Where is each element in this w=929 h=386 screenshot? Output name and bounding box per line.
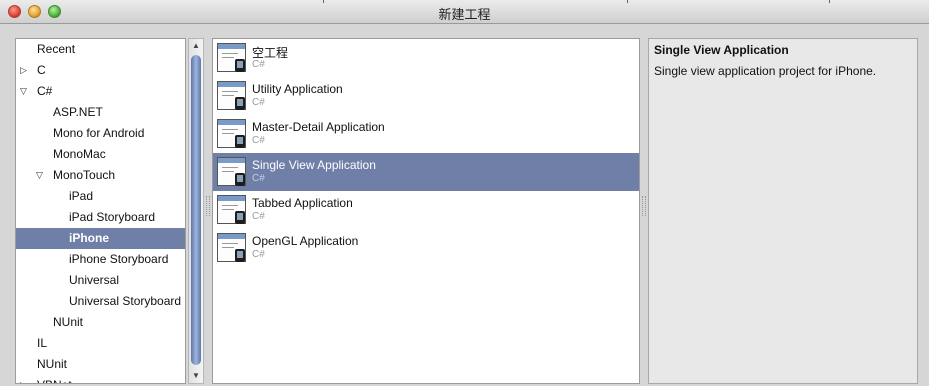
tree-item-ipad-storyboard[interactable]: iPad Storyboard [16,207,185,228]
tree-item-label: ASP.NET [53,105,103,119]
tree-item-monotouch-nunit[interactable]: NUnit [16,312,185,333]
tree-item-monomac[interactable]: MonoMac [16,144,185,165]
tree-item-label: Universal Storyboard [69,294,182,308]
tree-item-label: iPad [69,189,94,203]
template-language: C# [252,59,265,70]
tree-item-label: C# [37,84,53,98]
scroll-down-icon[interactable]: ▼ [190,370,202,382]
tree-item-aspnet[interactable]: ASP.NET [16,102,185,123]
template-language: C# [252,249,265,260]
tree-item-label: NUnit [53,315,84,329]
description-panel: Single View Application Single view appl… [648,38,918,384]
category-tree[interactable]: Recent ▷ C ▽ C# ASP.NET Mono for Android… [15,38,186,384]
scroll-up-icon[interactable]: ▲ [190,40,202,52]
description-title: Single View Application [654,43,789,57]
title-bar: 新建工程 [0,0,929,24]
splitter-handle[interactable] [642,196,646,216]
triangle-right-icon[interactable]: ▷ [20,375,27,383]
tree-item-csharp[interactable]: ▽ C# [16,81,185,102]
scroll-thumb[interactable] [191,55,201,365]
template-item[interactable]: Utility Application C# [213,77,639,115]
template-language: C# [252,97,265,108]
tree-item-monotouch[interactable]: ▽ MonoTouch [16,165,185,186]
template-language: C# [252,135,265,146]
template-item[interactable]: OpenGL Application C# [213,229,639,267]
tree-item-label: iPad Storyboard [69,210,156,224]
template-name: Utility Application [252,82,343,96]
title-tick [627,0,628,3]
template-item[interactable]: Master-Detail Application C# [213,115,639,153]
tree-item-label: VBNet [37,375,72,383]
template-language: C# [252,211,265,222]
template-item-selected[interactable]: Single View Application C# [213,153,639,191]
tree-item-universal-storyboard[interactable]: Universal Storyboard [16,291,185,312]
project-template-icon [217,157,246,186]
tree-item-c[interactable]: ▷ C [16,60,185,81]
project-template-icon [217,119,246,148]
tree-item-vbnet[interactable]: ▷ VBNet [16,375,185,383]
tree-item-universal[interactable]: Universal [16,270,185,291]
project-template-icon [217,43,246,72]
tree-item-label: C [37,63,46,77]
title-tick [829,0,830,3]
template-name: Tabbed Application [252,196,353,210]
project-template-icon [217,233,246,262]
tree-item-label: Mono for Android [53,126,145,140]
template-list[interactable]: 空工程 C# Utility Application C# Master-Det… [212,38,640,384]
tree-item-label: NUnit [37,357,68,371]
window-title: 新建工程 [438,8,491,23]
tree-item-mono-for-android[interactable]: Mono for Android [16,123,185,144]
triangle-down-icon[interactable]: ▽ [20,81,27,102]
template-language: C# [252,173,265,184]
triangle-right-icon[interactable]: ▷ [20,60,27,81]
template-name: Single View Application [252,158,376,172]
template-name: Master-Detail Application [252,120,385,134]
tree-item-il[interactable]: IL [16,333,185,354]
title-tick [323,0,324,3]
project-template-icon [217,81,246,110]
tree-item-label: Recent [37,42,76,56]
tree-item-label: MonoMac [53,147,106,161]
template-item[interactable]: Tabbed Application C# [213,191,639,229]
tree-item-label: iPhone [69,231,110,245]
tree-item-label: Universal [69,273,120,287]
tree-item-label: IL [37,336,48,350]
tree-item-label: MonoTouch [53,168,116,182]
template-name: OpenGL Application [252,234,359,248]
splitter-handle[interactable] [206,196,210,216]
tree-item-iphone-storyboard[interactable]: iPhone Storyboard [16,249,185,270]
tree-item-ipad[interactable]: iPad [16,186,185,207]
tree-item-label: iPhone Storyboard [69,252,169,266]
tree-item-recent[interactable]: Recent [16,39,185,60]
tree-item-nunit[interactable]: NUnit [16,354,185,375]
template-item[interactable]: 空工程 C# [213,39,639,77]
tree-scrollbar[interactable]: ▲ ▼ [188,38,204,384]
tree-item-iphone[interactable]: iPhone [16,228,185,249]
description-text: Single view application project for iPho… [654,64,877,78]
project-template-icon [217,195,246,224]
triangle-down-icon[interactable]: ▽ [36,165,43,186]
